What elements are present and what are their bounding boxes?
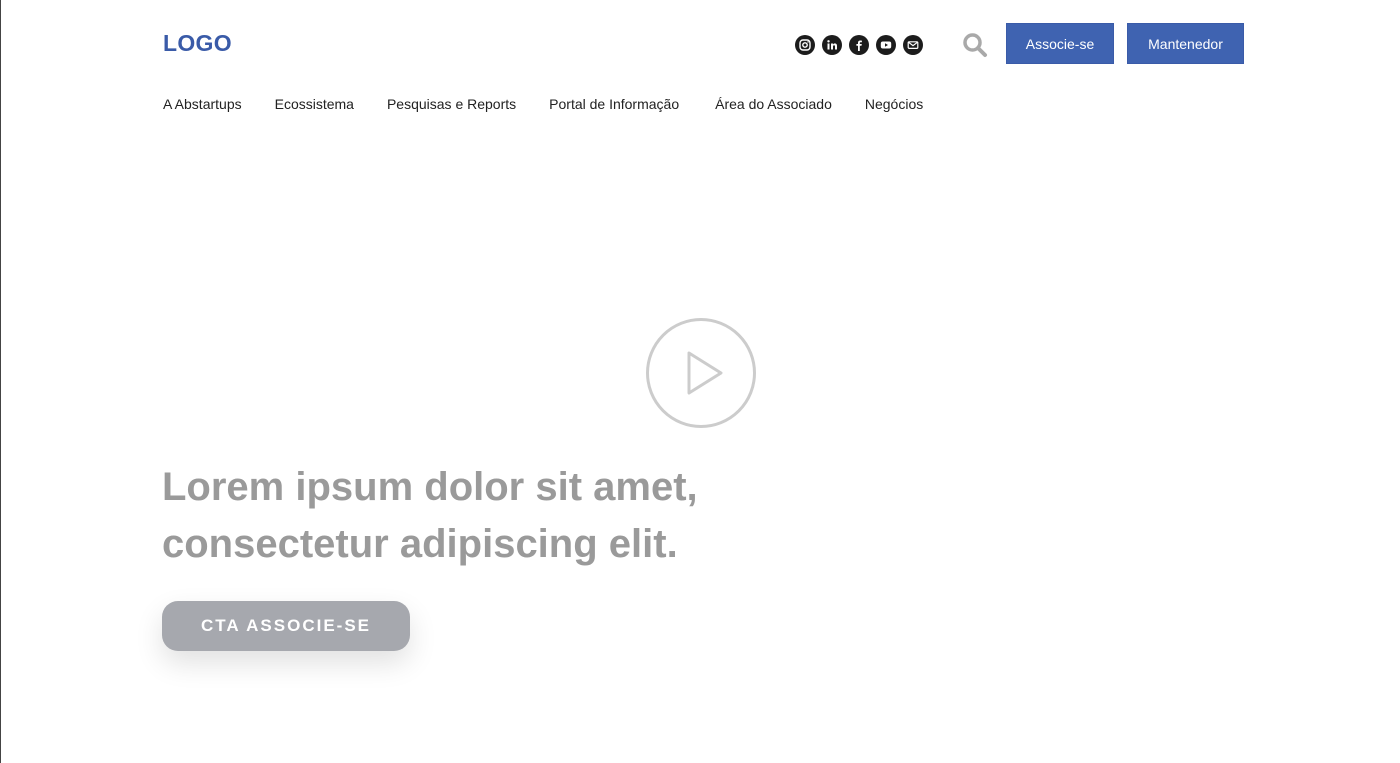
nav-item-area-do-associado[interactable]: Área do Associado	[715, 96, 832, 116]
youtube-icon[interactable]	[876, 35, 896, 55]
play-icon[interactable]	[645, 317, 757, 429]
main-nav: A Abstartups Ecossistema Pesquisas e Rep…	[163, 96, 923, 116]
nav-item-portal-de-informacao[interactable]: Portal de Informação	[549, 96, 679, 116]
nav-item-negocios[interactable]: Negócios	[865, 96, 923, 116]
mantenedor-button[interactable]: Mantenedor	[1127, 23, 1244, 64]
cta-associe-se-button[interactable]: CTA ASSOCIE-SE	[162, 601, 410, 651]
email-icon[interactable]	[903, 35, 923, 55]
linkedin-icon[interactable]	[822, 35, 842, 55]
social-links	[795, 35, 923, 55]
search-icon[interactable]	[962, 32, 988, 58]
nav-item-a-abstartups[interactable]: A Abstartups	[163, 96, 242, 116]
hero-headline-line-1: Lorem ipsum dolor sit amet,	[162, 465, 698, 509]
instagram-icon[interactable]	[795, 35, 815, 55]
facebook-icon[interactable]	[849, 35, 869, 55]
nav-item-ecossistema[interactable]: Ecossistema	[275, 96, 354, 116]
hero-headline: Lorem ipsum dolor sit amet, consectetur …	[162, 459, 782, 573]
associe-se-button[interactable]: Associe-se	[1006, 23, 1114, 64]
hero-headline-line-2: consectetur adipiscing elit.	[162, 522, 678, 566]
nav-item-pesquisas-e-reports[interactable]: Pesquisas e Reports	[387, 96, 516, 116]
logo[interactable]: LOGO	[163, 30, 232, 57]
